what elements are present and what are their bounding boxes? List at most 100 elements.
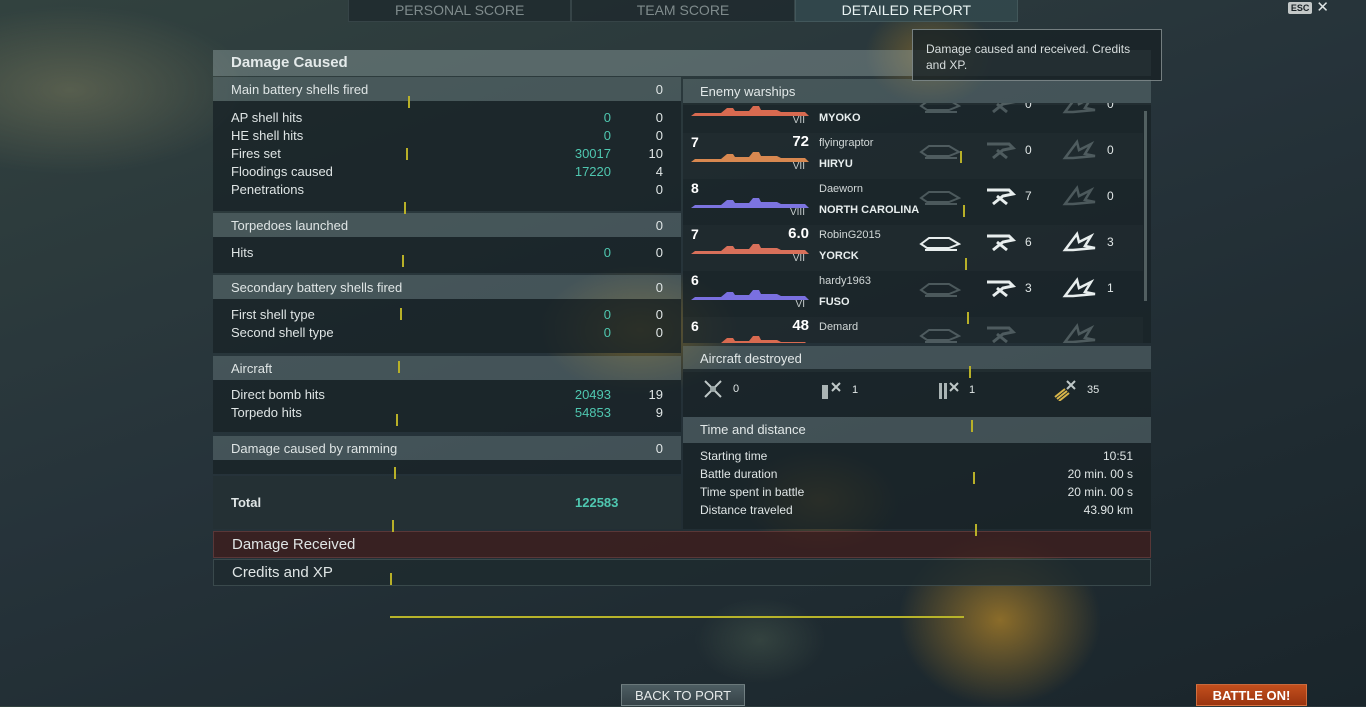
time-row: Distance traveled 43.90 km	[683, 503, 1151, 521]
time-label: Distance traveled	[700, 503, 793, 517]
tab-team-score[interactable]: TEAM SCORE	[571, 0, 795, 22]
total-row: Total 122583	[213, 476, 681, 529]
torpedo-bomber-icon	[822, 382, 841, 399]
stat-label: Floodings caused	[231, 164, 333, 179]
back-to-port-button[interactable]: BACK TO PORT	[621, 684, 745, 706]
stat-count: 0	[655, 182, 663, 197]
esc-key-badge: ESC	[1287, 2, 1313, 14]
stat-label: Direct bomb hits	[231, 387, 325, 402]
bomb-hit-icon	[1062, 277, 1096, 298]
ramming-value: 0	[655, 441, 663, 456]
map-marker	[975, 524, 977, 536]
stat-damage: 0	[603, 325, 611, 340]
secondary-header: Secondary battery shells fired 0	[213, 275, 681, 299]
scrollbar[interactable]	[1144, 111, 1147, 301]
aircraft-stat: 35	[1053, 379, 1099, 401]
ship-sunk-icon	[919, 103, 961, 113]
enemy-ship-row[interactable]: 710.0VIInjngiaMYOKO00	[683, 103, 1143, 133]
close-control[interactable]: ESC ✕	[1287, 0, 1329, 15]
bomb-hit-icon	[1062, 139, 1096, 160]
close-icon[interactable]: ✕	[1316, 0, 1329, 15]
ship-player: hardy1963	[819, 275, 871, 287]
ship-tier: 6	[691, 318, 699, 334]
stat-label: Hits	[231, 245, 254, 260]
aircraft-stat: 1	[937, 379, 975, 401]
aircraft-count: 1	[852, 384, 859, 396]
torpedo-hit-count: 0	[1025, 143, 1032, 157]
stat-row: Floodings caused 17220 4	[213, 164, 681, 182]
stat-count: 4	[655, 164, 663, 179]
stat-damage: 0	[603, 110, 611, 125]
enemy-ship-row[interactable]: 6 48 Demard	[683, 317, 1143, 343]
time-value: 20 min. 00 s	[1067, 485, 1133, 499]
aircraft-destroyed-title: Aircraft destroyed	[700, 351, 802, 366]
ship-tier: 7	[691, 103, 699, 104]
time-row: Time spent in battle 20 min. 00 s	[683, 485, 1151, 503]
ship-tier-roman: VII	[792, 161, 805, 172]
enemy-ship-row[interactable]: 7 6.0 VII RobinG2015 YORCK 6 3	[683, 225, 1143, 271]
ship-player: RobinG2015	[819, 229, 881, 241]
torpedoes-value: 0	[655, 218, 663, 233]
enemy-column: Enemy warships 710.0VIInjngiaMYOKO00772V…	[683, 77, 1151, 529]
ship-name: MYOKO	[819, 112, 861, 124]
torpedo-hit-icon	[992, 103, 1016, 114]
ship-tier: 6	[691, 272, 699, 288]
torpedo-hit-icon	[987, 234, 1017, 252]
total-label: Total	[231, 495, 262, 510]
main-battery-header: Main battery shells fired 0	[213, 77, 681, 101]
stat-damage: 20493	[574, 387, 611, 402]
stat-row: Torpedo hits 54853 9	[213, 405, 681, 423]
map-marker	[400, 308, 402, 320]
ship-damage-value: 10.0	[779, 103, 809, 104]
secondary-value: 0	[655, 280, 663, 295]
ship-damage-value: 6.0	[788, 225, 809, 242]
stat-row: HE shell hits 0 0	[213, 128, 681, 146]
map-marker	[404, 202, 406, 214]
enemy-ship-row[interactable]: 8 VIII Daeworn NORTH CAROLINA 7 0	[683, 179, 1143, 225]
ramming-spacer	[213, 460, 681, 474]
torpedo-hit-icon	[987, 188, 1017, 206]
bomb-hit-icon	[1062, 231, 1096, 252]
enemy-ship-row[interactable]: 7 72 VII flyingraptor HIRYU 0 0	[683, 133, 1143, 179]
main-battery-rows: AP shell hits 0 0 HE shell hits 0 0 Fire…	[213, 101, 681, 211]
map-marker	[971, 420, 973, 432]
torpedoes-label: Torpedoes launched	[231, 218, 349, 233]
time-row: Starting time 10:51	[683, 449, 1151, 467]
torpedo-hit-count: 3	[1025, 281, 1032, 295]
torpedoes-rows: Hits 0 0	[213, 237, 681, 273]
stat-row: Second shell type 0 0	[213, 325, 681, 343]
stat-row: Penetrations 0	[213, 182, 681, 200]
secondary-label: Secondary battery shells fired	[231, 280, 403, 295]
time-value: 43.90 km	[1083, 503, 1133, 517]
tab-detailed-report[interactable]: DETAILED REPORT	[794, 0, 1018, 22]
torpedo-hit-icon	[987, 142, 1017, 160]
dive-bomber-icon	[939, 382, 959, 399]
damage-received-header[interactable]: Damage Received	[213, 531, 1151, 558]
stat-damage: 0	[603, 128, 611, 143]
damage-caused-title: Damage Caused	[231, 54, 348, 71]
stat-row: Direct bomb hits 20493 19	[213, 387, 681, 405]
stat-count: 9	[655, 405, 663, 420]
credits-xp-title: Credits and XP	[232, 564, 333, 581]
stat-damage: 30017	[574, 146, 611, 161]
ship-tier-roman: VII	[792, 253, 805, 264]
stat-count: 0	[655, 128, 663, 143]
ship-tier: 7	[691, 226, 699, 242]
enemy-ship-list[interactable]: 710.0VIInjngiaMYOKO00772VIIflyingraptorH…	[683, 103, 1151, 343]
map-marker	[965, 258, 967, 270]
enemy-ship-row[interactable]: 6 VI hardy1963 FUSO 3 1	[683, 271, 1143, 317]
ship-name: FUSO	[819, 296, 850, 308]
map-marker	[960, 151, 962, 163]
time-distance-header: Time and distance	[683, 417, 1151, 443]
aircraft-count: 1	[969, 384, 976, 396]
battle-on-button[interactable]: BATTLE ON!	[1196, 684, 1307, 706]
tab-personal-score[interactable]: PERSONAL SCORE	[348, 0, 572, 22]
ramming-header: Damage caused by ramming 0	[213, 436, 681, 460]
ship-name: HIRYU	[819, 158, 853, 170]
torpedo-hit-count: 6	[1025, 235, 1032, 249]
credits-xp-header[interactable]: Credits and XP	[213, 559, 1151, 586]
ship-tier: 7	[691, 134, 699, 150]
map-marker	[394, 467, 396, 479]
stat-label: Second shell type	[231, 325, 334, 340]
ship-sunk-icon	[919, 145, 961, 159]
